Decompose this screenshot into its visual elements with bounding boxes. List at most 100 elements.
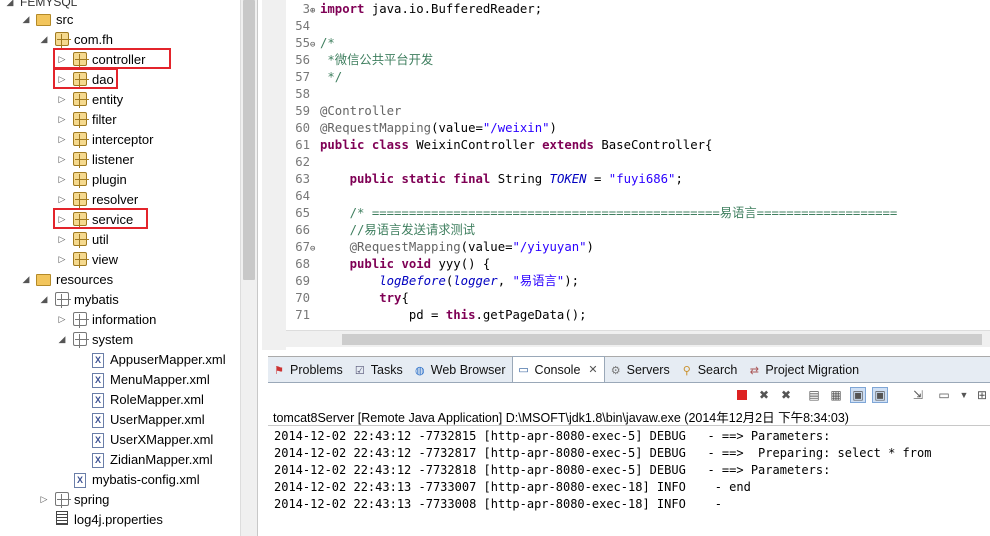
xml-file-icon: X [90,431,106,448]
collapse-arrow-icon[interactable]: ◢ [56,334,68,345]
tree-item-resources[interactable]: ◢ resources [20,269,114,289]
line-number: 54 [295,19,310,33]
tab-project-migration[interactable]: ⇄ Project Migration [743,358,865,382]
tree-item-usermapper-xml[interactable]: X UserMapper.xml [74,409,205,429]
tree-item-src[interactable]: ◢ src [20,9,74,29]
code-token: ); [564,274,580,288]
code-line[interactable]: 71 pd = this.getPageData(); [286,307,990,324]
expand-arrow-icon[interactable]: ▷ [56,114,68,125]
tree-item-zidianmapper-xml[interactable]: X ZidianMapper.xml [74,449,213,469]
tree-item-appusermapper-xml[interactable]: X AppuserMapper.xml [74,349,226,369]
tree-item-com-fh[interactable]: ◢ com.fh [38,29,113,49]
expand-arrow-icon[interactable]: ▷ [56,94,68,105]
code-line[interactable]: 57 */ [286,69,990,86]
line-number: 62 [295,155,310,169]
code-editor[interactable]: 3⊕ import java.io.BufferedReader; 54 55⊖/*… [262,0,990,350]
tree-item-system[interactable]: ◢ system [56,329,133,349]
collapse-arrow-icon[interactable]: ◢ [20,14,32,25]
tree-item-mybatis-config-xml[interactable]: Xmybatis-config.xml [56,469,200,489]
code-token: final [453,172,491,186]
code-line[interactable]: 66 //易语言发送请求测试 [286,222,990,239]
expand-arrow-icon[interactable]: ▷ [38,494,50,505]
code-line[interactable]: 58 [286,86,990,103]
tree-item-information[interactable]: ▷ information [56,309,156,329]
tab-web-browser[interactable]: ◍ Web Browser [409,358,512,382]
code-line[interactable]: 67⊖ @RequestMapping(value="/yiyuyan") [286,239,990,256]
package-icon [72,171,89,188]
remove-launch-icon[interactable]: ✖ [756,387,772,403]
console-output[interactable]: 2014-12-02 22:43:12 -7732815 [http-apr-8… [268,425,990,536]
code-line[interactable]: 69 logBefore(logger, "易语言"); [286,273,990,290]
tree-item-mybatis[interactable]: ◢ mybatis [38,289,119,309]
tab-servers[interactable]: ⚙ Servers [605,358,676,382]
code-line[interactable]: 56 *微信公共平台开发 [286,52,990,69]
open-console-icon[interactable]: ⊞ [974,387,990,403]
tree-item-interceptor[interactable]: ▷ interceptor [56,129,153,149]
tree-item-spring[interactable]: ▷ spring [38,489,109,509]
tab-tasks[interactable]: ☑ Tasks [349,358,409,382]
terminate-icon[interactable] [734,387,750,403]
code-token: this [445,308,476,322]
code-token: { [401,291,409,305]
editor-text-area[interactable]: 3⊕ import java.io.BufferedReader; 54 55⊖/*… [286,0,990,330]
tree-item-userxmapper-xml[interactable]: X UserXMapper.xml [74,429,213,449]
code-token: void [401,257,432,271]
xml-file-icon: X [72,471,88,488]
tree-item-label: entity [92,91,124,107]
code-line[interactable]: 60 @RequestMapping(value="/weixin") [286,120,990,137]
expand-arrow-icon[interactable]: ▷ [56,194,68,205]
scroll-lock-icon[interactable]: ▦ [828,387,844,403]
chevron-down-icon[interactable]: ▼ [956,387,972,403]
tree-item-resolver[interactable]: ▷ resolver [56,189,138,209]
code-line[interactable]: 64 [286,188,990,205]
code-line[interactable]: 62 [286,154,990,171]
expand-arrow-icon[interactable]: ▷ [56,154,68,165]
tree-item-rolemapper-xml[interactable]: X RoleMapper.xml [74,389,204,409]
tree-item-view[interactable]: ▷ view [56,249,118,269]
code-line[interactable]: 68 public void yyy() { [286,256,990,273]
code-line[interactable]: 63 public static final String TOKEN = "f… [286,171,990,188]
code-token: public [320,138,365,152]
tab-search[interactable]: ⚲ Search [676,358,744,382]
code-line[interactable]: 3⊕ import java.io.BufferedReader; [286,1,990,18]
scrollbar-thumb[interactable] [342,334,982,345]
tree-item-entity[interactable]: ▷ entity [56,89,123,109]
collapse-arrow-icon[interactable]: ◢ [20,274,32,285]
code-token: try [379,291,402,305]
expand-arrow-icon[interactable]: ▷ [56,314,68,325]
code-line[interactable]: 54 [286,18,990,35]
line-number: 65 [295,206,310,220]
collapse-arrow-icon[interactable]: ◢ [38,34,50,45]
code-line[interactable]: 65 /* ==================================… [286,205,990,222]
expand-arrow-icon[interactable]: ▷ [56,174,68,185]
code-line[interactable]: 59 @Controller [286,103,990,120]
close-icon[interactable]: ✕ [588,363,597,376]
pin-console-icon[interactable]: ⇲ [910,387,926,403]
tree-item-menumapper-xml[interactable]: X MenuMapper.xml [74,369,210,389]
tree-item-log4j-properties[interactable]: log4j.properties [38,509,163,529]
tab-console[interactable]: ▭ Console ✕ [511,356,605,382]
tree-item-listener[interactable]: ▷ listener [56,149,134,169]
expand-arrow-icon[interactable]: ▷ [56,254,68,265]
code-line[interactable]: 70 try{ [286,290,990,307]
remove-all-icon[interactable]: ✖ [778,387,794,403]
show-on-stdout-icon[interactable]: ▣ [850,387,866,403]
tree-item-util[interactable]: ▷ util [56,229,109,249]
display-console-icon[interactable]: ▭ [936,387,952,403]
code-token: ; [675,172,683,186]
expand-arrow-icon[interactable]: ▷ [56,134,68,145]
editor-horizontal-scrollbar[interactable] [286,330,990,347]
clear-console-icon[interactable]: ▤ [806,387,822,403]
collapse-arrow-icon[interactable]: ◢ [4,0,16,8]
expand-arrow-icon[interactable]: ▷ [56,234,68,245]
scrollbar-thumb[interactable] [243,0,255,280]
code-token: "易语言" [512,274,565,288]
code-line[interactable]: 61 public class WeixinController extends… [286,137,990,154]
code-line[interactable]: 55⊖/* [286,35,990,52]
explorer-vertical-scrollbar[interactable] [240,0,257,536]
tab-problems[interactable]: ⚑ Problems [268,358,349,382]
collapse-arrow-icon[interactable]: ◢ [38,294,50,305]
tree-item-plugin[interactable]: ▷ plugin [56,169,127,189]
show-on-stderr-icon[interactable]: ▣ [872,387,888,403]
tree-item-filter[interactable]: ▷ filter [56,109,117,129]
